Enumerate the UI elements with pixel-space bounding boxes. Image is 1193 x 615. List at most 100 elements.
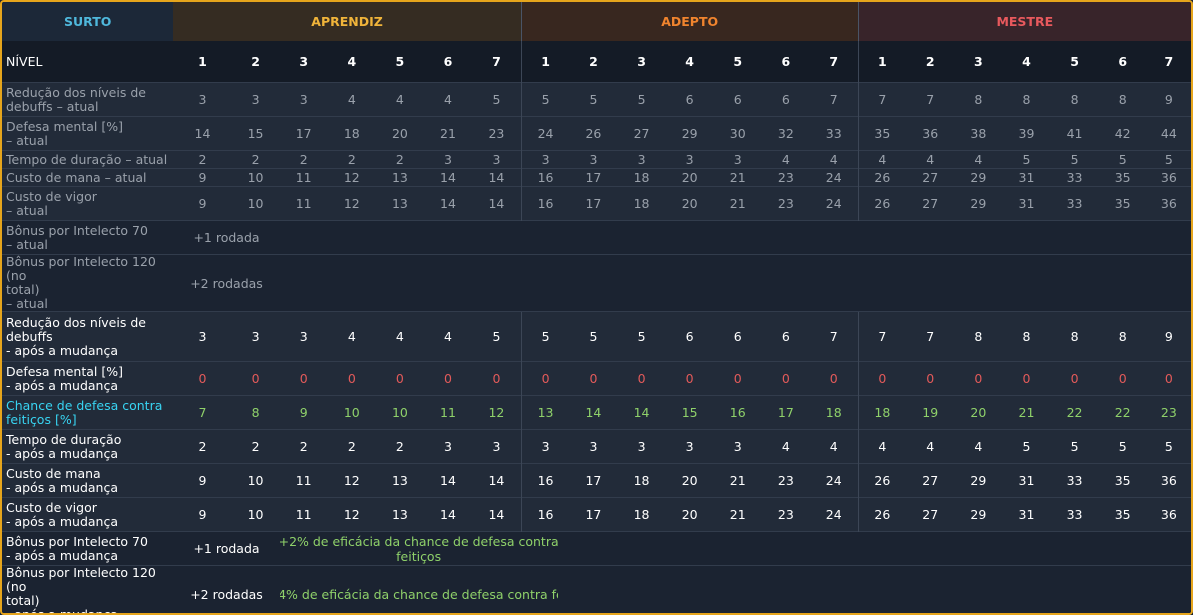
stat-value: 4 [954,150,1003,169]
stat-value: 33 [1050,168,1099,187]
stat-value: 12 [327,186,376,221]
stat-value: 13 [375,463,424,498]
stat-value: 16 [520,497,570,532]
stat-value: 4 [809,429,859,464]
stat-value: 7 [857,311,907,362]
stat-value: 3 [569,150,618,169]
stat-value: 5 [472,311,522,362]
stat-value: 2 [279,429,328,464]
stat-value: 33 [1050,186,1099,221]
stat-label: Custo de mana – atual [2,168,174,187]
stat-value: 35 [1098,168,1147,187]
stat-value: 15 [231,116,280,151]
stat-value: 3 [520,429,570,464]
stat-label: Tempo de duração – atual [2,150,174,169]
stat-label-line: - após a mudança [6,547,118,563]
stat-value: 27 [906,497,955,532]
tier-surto: SURTO [2,2,174,41]
stat-value: 18 [617,168,666,187]
stat-value: 3 [665,150,714,169]
stat-value: 10 [231,168,280,187]
level-cell: 2 [569,41,618,83]
stat-value: 5 [569,82,618,117]
stat-value: 2 [327,429,376,464]
stat-value: 24 [809,497,859,532]
stat-value: 16 [520,463,570,498]
stat-value: 24 [809,463,859,498]
stat-value: 29 [954,463,1003,498]
stat-value: 5 [1002,429,1051,464]
stat-value: 6 [713,311,762,362]
stat-value: 18 [617,497,666,532]
stat-value: 26 [857,186,907,221]
stat-value: 3 [279,311,328,362]
stat-value: 30 [713,116,762,151]
stat-value: 13 [375,497,424,532]
stat-value: 23 [761,463,810,498]
stat-value: 0 [569,361,618,396]
bonus-note-line: feitiços [396,548,442,564]
level-cell: 3 [617,41,666,83]
stat-value: 2 [375,429,424,464]
level-cell: 4 [1002,41,1051,83]
stat-value: 23 [761,497,810,532]
level-cell: 1 [173,41,232,83]
stat-label-line: Defesa mental [%] [6,363,123,379]
stat-value: 7 [906,82,955,117]
level-label: NÍVEL [2,41,174,83]
stat-value: 17 [569,497,618,532]
stat-label-line: - após a mudança [6,513,118,529]
stat-label-line: - após a mudança [6,479,118,495]
stat-value: 16 [520,168,570,187]
stat-row: Tempo de duração – atual 2 2 2 2 2 3 3 3 3 3 3 3 4 4 4 4… [2,150,1191,169]
stat-value: 4 [954,429,1003,464]
stat-value: 17 [569,168,618,187]
stat-row: Defesa mental [%] – atual 14 15 17 18 20 21 23 24… [2,116,1191,151]
stat-value: 27 [906,168,955,187]
stat-value: 18 [327,116,376,151]
stat-value: 36 [906,116,955,151]
stat-label-line: Redução dos níveis de [6,84,146,100]
stat-value: 31 [1002,168,1051,187]
stat-value: 21 [713,168,762,187]
stat-label-line: debuffs – atual [6,98,99,114]
stat-value: 36 [1146,497,1191,532]
stat-value: 7 [173,395,232,430]
stat-value: 14 [617,395,666,430]
bonus-value: +2 rodadas [173,565,280,613]
stat-value: 7 [857,82,907,117]
stat-value: 5 [569,311,618,362]
level-cell: 1 [857,41,907,83]
stat-value: 21 [713,463,762,498]
bonus-note-text: +2% de eficácia da chance de defesa cont… [280,534,564,564]
stat-value: 18 [809,395,859,430]
level-cell: 2 [906,41,955,83]
stat-row: Custo de vigor - após a mudança 9 10 11 12 13 1… [2,497,1191,532]
stat-value: 14 [423,168,473,187]
stat-value: 17 [569,186,618,221]
stat-value: 2 [375,150,424,169]
level-cell: 5 [1050,41,1099,83]
stat-value: 9 [173,497,232,532]
stat-value: 0 [809,361,859,396]
stat-value: 10 [231,186,280,221]
level-cell: 3 [954,41,1003,83]
stat-value: 36 [1146,463,1191,498]
stat-value: 4 [423,82,473,117]
stat-row: Redução dos níveis de debuffs - após a mud… [2,311,1191,362]
stat-value: 0 [1050,361,1099,396]
stat-value: 0 [665,361,714,396]
stat-label-line: - após a mudança [6,377,118,393]
stat-label-line: Chance de defesa contra [6,397,163,413]
stat-value: 20 [665,168,714,187]
stat-label-line: Custo de vigor [6,188,97,204]
stat-value: 9 [1146,311,1191,362]
stat-value: 8 [954,82,1003,117]
stat-value: 10 [231,497,280,532]
stat-value: 3 [231,82,280,117]
stats-body: Redução dos níveis de debuffs – atual 3 3 3 4… [2,82,1191,613]
stat-value: 13 [375,168,424,187]
stat-value: 2 [173,429,232,464]
tier-aprendiz: APRENDIZ [173,2,522,41]
stat-value: 4 [375,82,424,117]
